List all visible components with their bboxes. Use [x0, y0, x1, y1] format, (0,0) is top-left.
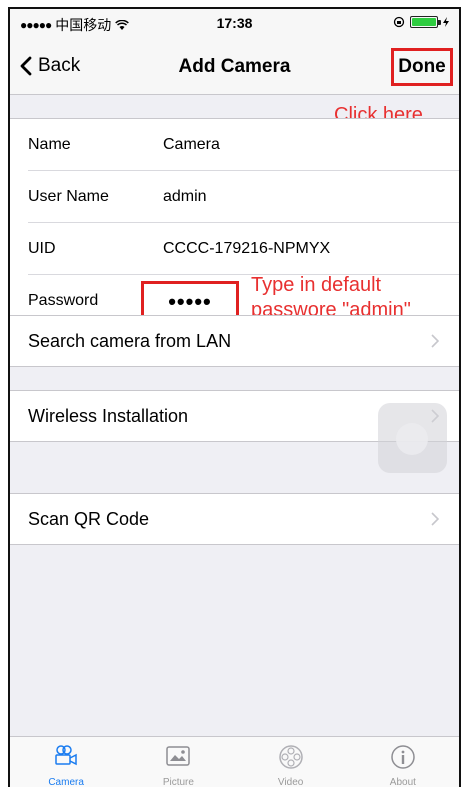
navigation-bar: Back Add Camera Done	[10, 39, 459, 95]
info-icon	[391, 745, 415, 769]
uid-field[interactable]: CCCC-179216-NPMYX	[163, 240, 330, 258]
name-row[interactable]: Name Camera	[28, 119, 459, 171]
status-bar: ●●●●● 中国移动 17:38	[10, 9, 459, 39]
tab-picture-label: Picture	[162, 777, 194, 787]
done-button[interactable]: Done	[391, 48, 453, 86]
scan-qr-item[interactable]: Scan QR Code	[10, 493, 459, 545]
tab-camera-label: Camera	[48, 777, 84, 787]
uid-label: UID	[28, 240, 56, 257]
status-right	[393, 16, 449, 28]
tab-about-label: About	[389, 777, 416, 787]
search-lan-item[interactable]: Search camera from LAN	[10, 315, 459, 367]
username-label: User Name	[28, 188, 109, 205]
video-icon	[278, 745, 303, 769]
status-time: 17:38	[216, 15, 253, 31]
tab-bar: Camera Picture Video About	[10, 736, 459, 787]
chevron-right-icon	[431, 512, 439, 526]
name-label: Name	[28, 136, 71, 153]
username-field[interactable]: admin	[163, 188, 207, 206]
name-field[interactable]: Camera	[163, 136, 220, 154]
wireless-installation-label: Wireless Installation	[28, 406, 189, 426]
assistive-touch-button[interactable]	[378, 403, 447, 473]
tab-video[interactable]: Video	[235, 737, 347, 787]
tab-about[interactable]: About	[347, 737, 459, 787]
scan-qr-label: Scan QR Code	[28, 509, 150, 529]
picture-icon	[166, 746, 191, 766]
camera-icon	[55, 745, 77, 766]
search-lan-label: Search camera from LAN	[28, 331, 232, 351]
password-label: Password	[28, 292, 99, 309]
uid-row[interactable]: UID CCCC-179216-NPMYX	[28, 223, 459, 275]
username-row[interactable]: User Name admin	[28, 171, 459, 223]
rotation-lock-icon	[393, 16, 405, 28]
chevron-right-icon	[431, 334, 439, 348]
assistive-touch-icon	[396, 423, 428, 455]
tab-picture[interactable]: Picture	[122, 737, 234, 787]
phone-frame: ●●●●● 中国移动 17:38 Back Add Camera Done Cl…	[8, 7, 461, 787]
annotation-line-1: Type in default	[251, 274, 382, 296]
charging-icon	[443, 17, 449, 27]
tab-camera[interactable]: Camera	[10, 737, 122, 787]
battery-icon	[410, 16, 441, 28]
tab-video-label: Video	[277, 777, 304, 787]
